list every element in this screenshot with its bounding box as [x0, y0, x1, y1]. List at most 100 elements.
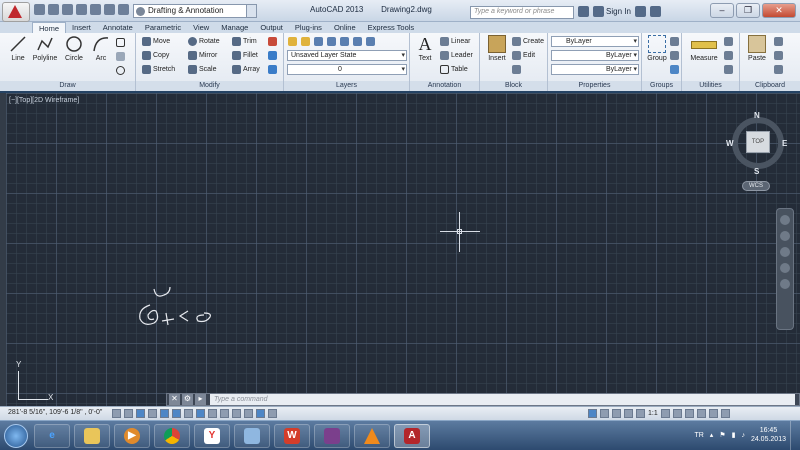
- taskbar-yandex[interactable]: Y: [194, 424, 230, 448]
- polyline-button[interactable]: Polyline: [30, 35, 60, 62]
- coordinates-readout[interactable]: 281'-8 5/16", 109'-6 1/8" , 0'-0": [8, 409, 102, 416]
- quick-properties-toggle[interactable]: [256, 409, 265, 418]
- transparency-toggle[interactable]: [244, 409, 253, 418]
- clipboard-panel-title[interactable]: Clipboard: [740, 81, 800, 91]
- lineweight-select[interactable]: ByLayer: [551, 64, 639, 75]
- recent-commands-icon[interactable]: ▸: [195, 394, 206, 405]
- select-all-button[interactable]: [724, 50, 733, 61]
- layer-freeze-icon[interactable]: [340, 37, 349, 46]
- show-desktop-button[interactable]: [790, 421, 800, 450]
- language-indicator[interactable]: TR: [694, 432, 703, 439]
- clean-screen-button[interactable]: [720, 409, 730, 418]
- trim-button[interactable]: Trim: [232, 36, 257, 47]
- infer-constraints-toggle[interactable]: [112, 409, 121, 418]
- compass-west[interactable]: W: [726, 139, 734, 148]
- layer-state-select[interactable]: Unsaved Layer State: [287, 50, 407, 61]
- taskbar-chrome[interactable]: [154, 424, 190, 448]
- hatch-button[interactable]: [116, 51, 125, 62]
- tab-plug-ins[interactable]: Plug-ins: [289, 22, 328, 33]
- ellipse-button[interactable]: [116, 65, 125, 76]
- stretch-button[interactable]: Stretch: [142, 64, 175, 75]
- linear-button[interactable]: Linear: [440, 36, 470, 47]
- copy-clip-button[interactable]: [774, 50, 783, 61]
- close-command-line-icon[interactable]: ✕: [169, 394, 180, 405]
- binoculars-icon[interactable]: [578, 6, 589, 17]
- ungroup-button[interactable]: [670, 36, 679, 47]
- pan-icon[interactable]: [780, 231, 790, 241]
- block-panel-title[interactable]: Block: [480, 81, 547, 91]
- redo-icon[interactable]: [118, 4, 129, 15]
- move-button[interactable]: Move: [142, 36, 170, 47]
- close-button[interactable]: ✕: [762, 3, 796, 18]
- taskbar-autocad[interactable]: A: [394, 424, 430, 448]
- command-input[interactable]: Type a command: [210, 394, 795, 405]
- flag-icon[interactable]: ⚑: [719, 431, 725, 439]
- groups-panel-title[interactable]: Groups: [642, 81, 681, 91]
- linetype-select[interactable]: ByLayer: [551, 50, 639, 61]
- group-select-button[interactable]: [670, 64, 679, 75]
- annotation-visibility-button[interactable]: [660, 409, 670, 418]
- tab-home[interactable]: Home: [32, 22, 67, 33]
- layer-isolate-icon[interactable]: [314, 37, 323, 46]
- array-button[interactable]: Array: [232, 64, 260, 75]
- annotation-scale[interactable]: 1:1: [648, 410, 658, 417]
- sign-in-button[interactable]: Sign In: [593, 6, 631, 17]
- pan-status-button[interactable]: [624, 409, 633, 418]
- help-search-input[interactable]: Type a keyword or phrase: [470, 6, 574, 19]
- arc-button[interactable]: Arc: [86, 35, 116, 62]
- explode-button[interactable]: [268, 50, 277, 61]
- mirror-button[interactable]: Mirror: [188, 50, 217, 61]
- insert-button[interactable]: Insert: [482, 35, 512, 62]
- block-attributes-button[interactable]: [512, 64, 521, 75]
- taskbar-winrar[interactable]: [314, 424, 350, 448]
- text-button[interactable]: A Text: [410, 35, 440, 62]
- taskbar-word[interactable]: W: [274, 424, 310, 448]
- layer-state-icon[interactable]: [301, 37, 310, 46]
- annotation-panel-title[interactable]: Annotation: [410, 81, 479, 91]
- hardware-acceleration-button[interactable]: [696, 409, 706, 418]
- measure-button[interactable]: Measure: [686, 35, 722, 62]
- copy-button[interactable]: Copy: [142, 50, 169, 61]
- match-properties-button[interactable]: [774, 64, 783, 75]
- lock-ui-button[interactable]: [684, 409, 694, 418]
- tab-parametric[interactable]: Parametric: [139, 22, 187, 33]
- zoom-extents-icon[interactable]: [780, 247, 790, 257]
- tray-arrow-icon[interactable]: ▴: [710, 431, 714, 439]
- snap-toggle[interactable]: [124, 409, 133, 418]
- plot-icon[interactable]: [90, 4, 101, 15]
- model-space-button[interactable]: [588, 409, 597, 418]
- taskbar-search-app[interactable]: [234, 424, 270, 448]
- edit-block-button[interactable]: Edit: [512, 50, 535, 61]
- layer-unisolate-icon[interactable]: [327, 37, 336, 46]
- compass-east[interactable]: E: [782, 139, 787, 148]
- group-button[interactable]: Group: [642, 35, 672, 62]
- restore-button[interactable]: ❐: [736, 3, 760, 18]
- wcs-menu[interactable]: WCS: [742, 181, 770, 191]
- save-as-icon[interactable]: [76, 4, 87, 15]
- quick-view-drawings-button[interactable]: [612, 409, 621, 418]
- cut-button[interactable]: [774, 36, 783, 47]
- rectangle-button[interactable]: [116, 37, 125, 48]
- properties-panel-title[interactable]: Properties: [548, 81, 641, 91]
- ducs-toggle[interactable]: [208, 409, 217, 418]
- start-button[interactable]: [4, 424, 28, 448]
- minimize-button[interactable]: –: [710, 3, 734, 18]
- otrack-toggle[interactable]: [196, 409, 205, 418]
- application-menu-button[interactable]: [2, 2, 30, 22]
- rotate-button[interactable]: Rotate: [188, 36, 220, 47]
- table-button[interactable]: Table: [440, 64, 468, 75]
- 3d-osnap-toggle[interactable]: [184, 409, 193, 418]
- taskbar-vlc[interactable]: [354, 424, 390, 448]
- lineweight-toggle[interactable]: [232, 409, 241, 418]
- quick-view-layouts-button[interactable]: [600, 409, 609, 418]
- layers-panel-title[interactable]: Layers: [284, 81, 409, 91]
- draw-panel-title[interactable]: Draw: [0, 81, 135, 91]
- line-button[interactable]: Line: [3, 35, 33, 62]
- calculator-button[interactable]: [724, 64, 733, 75]
- tab-insert[interactable]: Insert: [66, 22, 97, 33]
- tab-annotate[interactable]: Annotate: [97, 22, 139, 33]
- layer-properties-icon[interactable]: [288, 37, 297, 46]
- layer-off-icon[interactable]: [353, 37, 362, 46]
- selection-cycling-toggle[interactable]: [268, 409, 277, 418]
- workspace-select[interactable]: Drafting & Annotation: [133, 4, 257, 18]
